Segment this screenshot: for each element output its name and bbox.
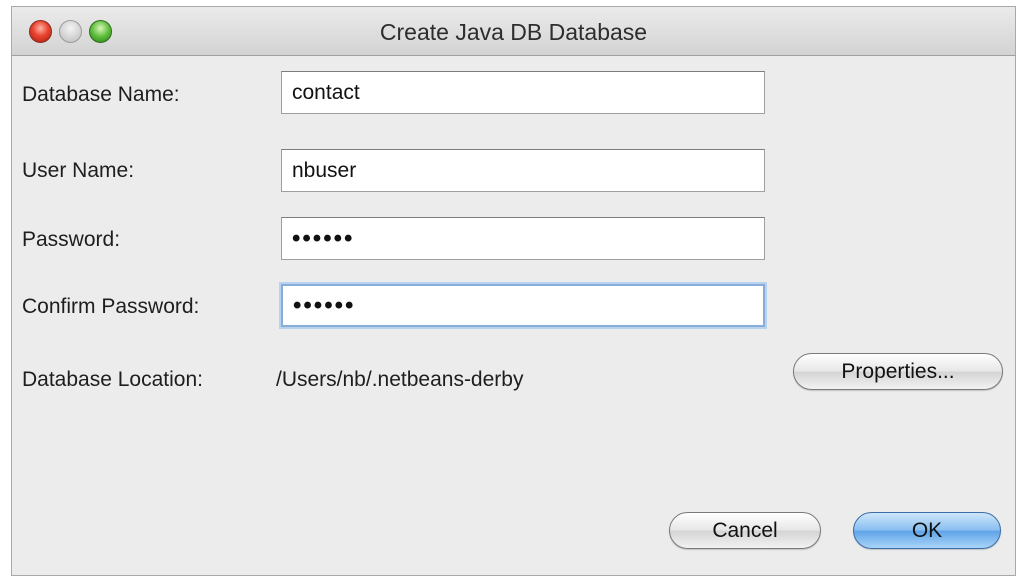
user-name-field[interactable]: nbuser (281, 149, 765, 192)
database-location-value: /Users/nb/.netbeans-derby (276, 368, 524, 391)
user-name-label: User Name: (22, 159, 135, 182)
user-name-value: nbuser (292, 158, 357, 182)
dialog-window: Create Java DB Database Database Name: c… (11, 6, 1016, 576)
properties-button[interactable]: Properties... (793, 353, 1003, 390)
password-label: Password: (22, 228, 121, 251)
database-location-label: Database Location: (22, 368, 203, 391)
title-bar[interactable]: Create Java DB Database (12, 7, 1015, 56)
database-name-field[interactable]: contact (281, 71, 765, 114)
ok-button[interactable]: OK (853, 512, 1001, 549)
cancel-button[interactable]: Cancel (669, 512, 821, 549)
password-value: •••••• (292, 224, 355, 252)
window-title: Create Java DB Database (379, 19, 648, 45)
confirm-password-field[interactable]: •••••• (281, 284, 765, 327)
confirm-password-label: Confirm Password: (22, 295, 200, 318)
password-field[interactable]: •••••• (281, 217, 765, 260)
database-name-label: Database Name: (22, 83, 180, 106)
confirm-password-value: •••••• (293, 291, 356, 319)
database-name-value: contact (292, 80, 360, 104)
